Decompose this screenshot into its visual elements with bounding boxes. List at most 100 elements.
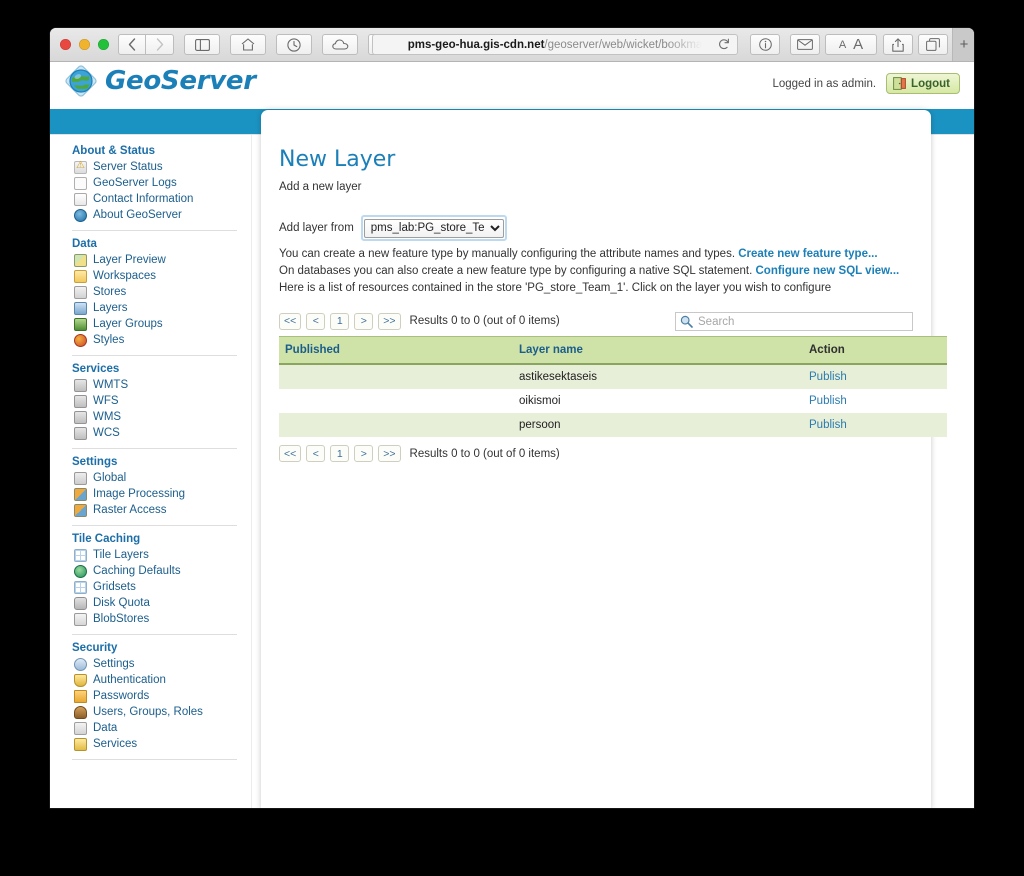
pager-top: << < 1 > >> Results 0 to 0 (out of 0 ite…	[279, 312, 913, 331]
back-icon[interactable]	[118, 34, 146, 55]
pager-next-button[interactable]: >	[354, 312, 374, 330]
pager-page-1-button[interactable]: 1	[330, 445, 350, 462]
sidebar-item-workspaces[interactable]: Workspaces	[72, 268, 251, 284]
cell-layer-name[interactable]: astikesektaseis	[513, 364, 803, 389]
shield-icon	[74, 673, 87, 687]
sidebar-item-label: Contact Information	[93, 193, 194, 205]
pager-next-button[interactable]: >	[354, 445, 374, 462]
sidebar-item-security-services[interactable]: Services	[72, 736, 251, 752]
pager-first-button[interactable]: <<	[279, 312, 302, 330]
pager-prev-button[interactable]: <	[306, 445, 326, 462]
search-input[interactable]	[675, 312, 913, 331]
page-title: New Layer	[279, 147, 396, 172]
sidebar-item-about-geoserver[interactable]: About GeoServer	[72, 207, 251, 223]
sidebar-item-label: Workspaces	[93, 270, 157, 282]
sidebar-item-wcs[interactable]: WCS	[72, 425, 251, 441]
sidebar-toggle-icon[interactable]	[184, 34, 220, 55]
sidebar-item-wmts[interactable]: WMTS	[72, 377, 251, 393]
sidebar-item-blobstores[interactable]: BlobStores	[72, 611, 251, 627]
sidebar-item-label: Server Status	[93, 161, 163, 173]
search-box	[675, 312, 913, 331]
column-header-published[interactable]: Published	[279, 336, 513, 365]
sidebar-item-wms[interactable]: WMS	[72, 409, 251, 425]
sidebar-item-global[interactable]: Global	[72, 470, 251, 486]
history-clock-icon[interactable]	[276, 34, 312, 55]
sidebar-section-settings: Settings Global Image Processing Raster …	[72, 456, 251, 518]
address-bar[interactable]: pms-geo-hua.gis-cdn.net/geoserver/web/wi…	[372, 34, 738, 55]
logout-button[interactable]: Logout	[886, 73, 960, 94]
cell-layer-name[interactable]: oikismoi	[513, 389, 803, 413]
lock-icon	[74, 689, 87, 703]
sidebar-item-authentication[interactable]: Authentication	[72, 672, 251, 688]
text-size-small-label[interactable]: A	[839, 39, 846, 51]
sidebar-item-stores[interactable]: Stores	[72, 284, 251, 300]
sidebar-item-server-status[interactable]: Server Status	[72, 159, 251, 175]
table-row: persoon Publish	[279, 413, 947, 437]
folder-icon	[74, 269, 87, 283]
show-tabs-icon[interactable]	[918, 34, 948, 55]
browser-window: pms-geo-hua.gis-cdn.net/geoserver/web/wi…	[50, 28, 974, 808]
publish-link[interactable]: Publish	[809, 371, 847, 383]
store-selector-label: Add layer from	[279, 221, 354, 234]
logout-door-icon	[893, 77, 906, 90]
sidebar-item-label: Services	[93, 738, 138, 750]
sidebar-item-label: WMS	[93, 411, 122, 423]
sidebar-item-label: Authentication	[93, 674, 166, 686]
info-line-store-resources: Here is a list of resources contained in…	[279, 281, 832, 294]
sidebar-item-passwords[interactable]: Passwords	[72, 688, 251, 704]
sidebar-item-caching-defaults[interactable]: Caching Defaults	[72, 563, 251, 579]
geoserver-logo[interactable]: GeoServer	[64, 64, 256, 98]
column-header-layer-name[interactable]: Layer name	[513, 336, 803, 365]
sidebar-item-geoserver-logs[interactable]: GeoServer Logs	[72, 175, 251, 191]
sidebar-item-raster-access[interactable]: Raster Access	[72, 502, 251, 518]
sidebar-item-contact-information[interactable]: Contact Information	[72, 191, 251, 207]
sidebar-item-layer-groups[interactable]: Layer Groups	[72, 316, 251, 332]
blobstore-icon	[74, 612, 87, 626]
share-icon[interactable]	[883, 34, 913, 55]
sidebar-item-label: Styles	[93, 334, 125, 346]
layer-group-icon	[74, 317, 87, 331]
sidebar-section-services: Services WMTS WFS WMS WCS	[72, 363, 251, 441]
maximize-window-button[interactable]	[98, 39, 109, 50]
publish-link[interactable]: Publish	[809, 395, 847, 407]
close-window-button[interactable]	[60, 39, 71, 50]
cell-layer-name[interactable]: persoon	[513, 413, 803, 437]
browser-toolbar: pms-geo-hua.gis-cdn.net/geoserver/web/wi…	[50, 28, 974, 62]
sidebar-item-image-processing[interactable]: Image Processing	[72, 486, 251, 502]
new-tab-button[interactable]: +	[952, 28, 974, 61]
reload-icon[interactable]	[718, 38, 730, 53]
minimize-window-button[interactable]	[79, 39, 90, 50]
pager-prev-button[interactable]: <	[306, 312, 326, 330]
icloud-tabs-icon[interactable]	[322, 34, 358, 55]
pager-first-button[interactable]: <<	[279, 445, 302, 462]
sidebar-item-label: WMTS	[93, 379, 129, 391]
sidebar-item-styles[interactable]: Styles	[72, 332, 251, 348]
brand-name: GeoServer	[105, 66, 256, 96]
pager-last-button[interactable]: >>	[378, 312, 401, 330]
sidebar-item-disk-quota[interactable]: Disk Quota	[72, 595, 251, 611]
sidebar-item-security-data[interactable]: Data	[72, 720, 251, 736]
sidebar-item-tile-layers[interactable]: Tile Layers	[72, 547, 251, 563]
store-select[interactable]: pms_lab:PG_store_Tea...	[363, 218, 504, 238]
info-line-text: On databases you can also create a new f…	[279, 264, 753, 277]
column-header-action: Action	[803, 336, 947, 365]
sidebar-item-security-settings[interactable]: Settings	[72, 656, 251, 672]
sidebar-item-gridsets[interactable]: Gridsets	[72, 579, 251, 595]
forward-icon[interactable]	[146, 34, 174, 55]
create-new-feature-type-link[interactable]: Create new feature type...	[738, 248, 877, 260]
mail-icon[interactable]	[790, 34, 820, 55]
sidebar-item-layers[interactable]: Layers	[72, 300, 251, 316]
sidebar-item-users-groups-roles[interactable]: Users, Groups, Roles	[72, 704, 251, 720]
configure-new-sql-view-link[interactable]: Configure new SQL view...	[755, 265, 899, 277]
sidebar-item-layer-preview[interactable]: Layer Preview	[72, 252, 251, 268]
publish-link[interactable]: Publish	[809, 419, 847, 431]
pager-results-text: Results 0 to 0 (out of 0 items)	[409, 447, 560, 460]
pager-last-button[interactable]: >>	[378, 445, 401, 462]
text-size-large-label[interactable]: A	[853, 36, 863, 53]
home-icon[interactable]	[230, 34, 266, 55]
text-size-buttons[interactable]: A A	[825, 34, 877, 55]
cell-published	[279, 364, 513, 389]
info-icon[interactable]	[750, 34, 780, 55]
sidebar-item-wfs[interactable]: WFS	[72, 393, 251, 409]
pager-page-1-button[interactable]: 1	[330, 312, 350, 330]
